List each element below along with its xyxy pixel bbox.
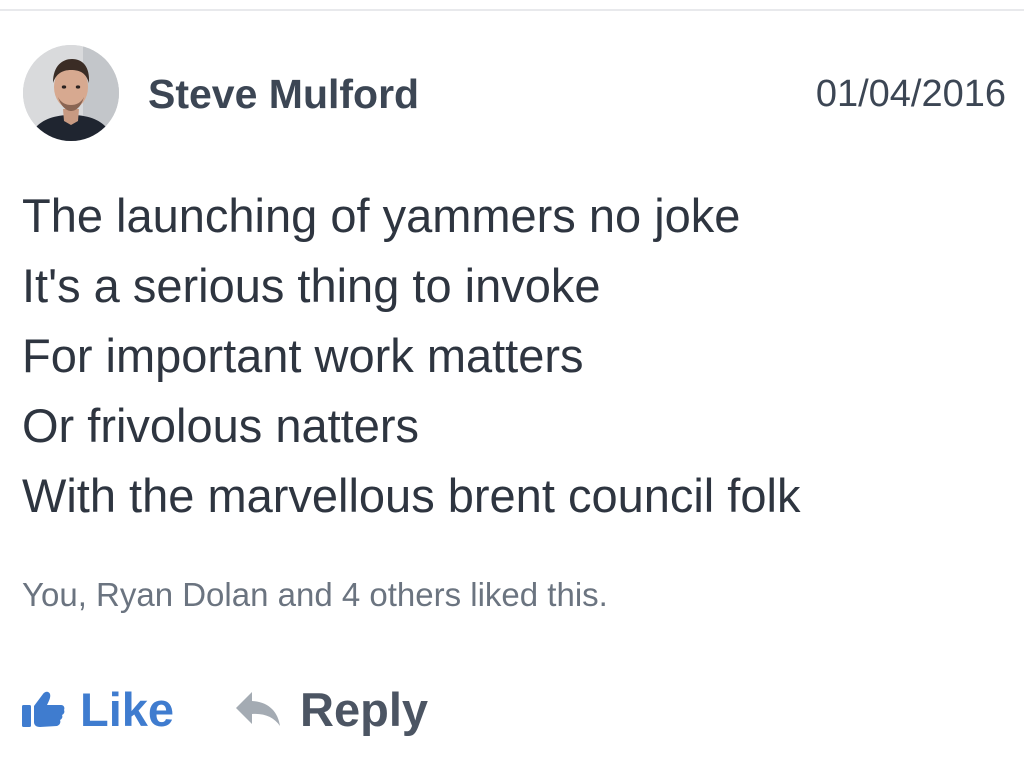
thumbs-up-icon bbox=[22, 689, 66, 729]
post-body-line: The launching of yammers no joke bbox=[22, 189, 741, 242]
author-name[interactable]: Steve Mulford bbox=[148, 71, 419, 118]
avatar-photo-icon bbox=[23, 45, 119, 141]
post-body-line: With the marvellous brent council folk bbox=[22, 469, 801, 522]
reply-arrow-icon bbox=[234, 690, 282, 728]
post-card: Steve Mulford 01/04/2016 The launching o… bbox=[0, 11, 1024, 768]
like-label: Like bbox=[80, 682, 175, 736]
likes-summary[interactable]: You, Ryan Dolan and 4 others liked this. bbox=[22, 576, 608, 614]
post-body-line: Or frivolous natters bbox=[22, 399, 420, 452]
reply-button[interactable]: Reply bbox=[234, 682, 428, 737]
post-body-line: It's a serious thing to invoke bbox=[22, 259, 601, 312]
post-body-line: For important work matters bbox=[22, 329, 584, 382]
post-actions: Like Reply bbox=[22, 679, 428, 739]
author-avatar[interactable] bbox=[23, 45, 119, 141]
like-button[interactable]: Like bbox=[22, 682, 174, 737]
post-date: 01/04/2016 bbox=[815, 73, 1006, 115]
post-body: The launching of yammers no joke It's a … bbox=[22, 181, 800, 531]
reply-label: Reply bbox=[300, 682, 429, 736]
